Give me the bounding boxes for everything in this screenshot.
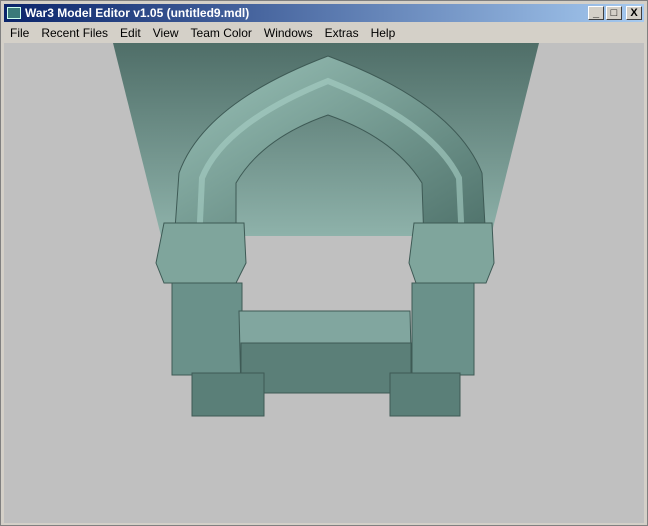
menu-file[interactable]: File bbox=[4, 26, 35, 40]
menu-windows[interactable]: Windows bbox=[258, 26, 319, 40]
right-capital bbox=[408, 222, 495, 284]
app-icon bbox=[7, 7, 21, 19]
right-base bbox=[389, 372, 461, 417]
title-bar[interactable]: War3 Model Editor v1.05 (untitled9.mdl) … bbox=[4, 4, 644, 22]
menu-recent-files[interactable]: Recent Files bbox=[35, 26, 114, 40]
window-title: War3 Model Editor v1.05 (untitled9.mdl) bbox=[25, 6, 250, 20]
menu-extras[interactable]: Extras bbox=[319, 26, 365, 40]
menu-view[interactable]: View bbox=[147, 26, 185, 40]
menu-edit[interactable]: Edit bbox=[114, 26, 147, 40]
menu-help[interactable]: Help bbox=[365, 26, 402, 40]
left-base bbox=[191, 372, 265, 417]
menu-bar: File Recent Files Edit View Team Color W… bbox=[4, 23, 401, 42]
bench-front bbox=[240, 342, 412, 394]
left-pillar bbox=[171, 282, 243, 376]
maximize-button[interactable]: □ bbox=[606, 6, 622, 20]
left-capital bbox=[155, 222, 247, 284]
menu-team-color[interactable]: Team Color bbox=[185, 26, 258, 40]
model-render bbox=[113, 43, 539, 417]
close-button[interactable]: X bbox=[626, 6, 642, 20]
right-pillar bbox=[411, 282, 475, 376]
app-window: War3 Model Editor v1.05 (untitled9.mdl) … bbox=[0, 0, 648, 526]
3d-viewport[interactable] bbox=[4, 43, 644, 523]
minimize-button[interactable]: _ bbox=[588, 6, 604, 20]
